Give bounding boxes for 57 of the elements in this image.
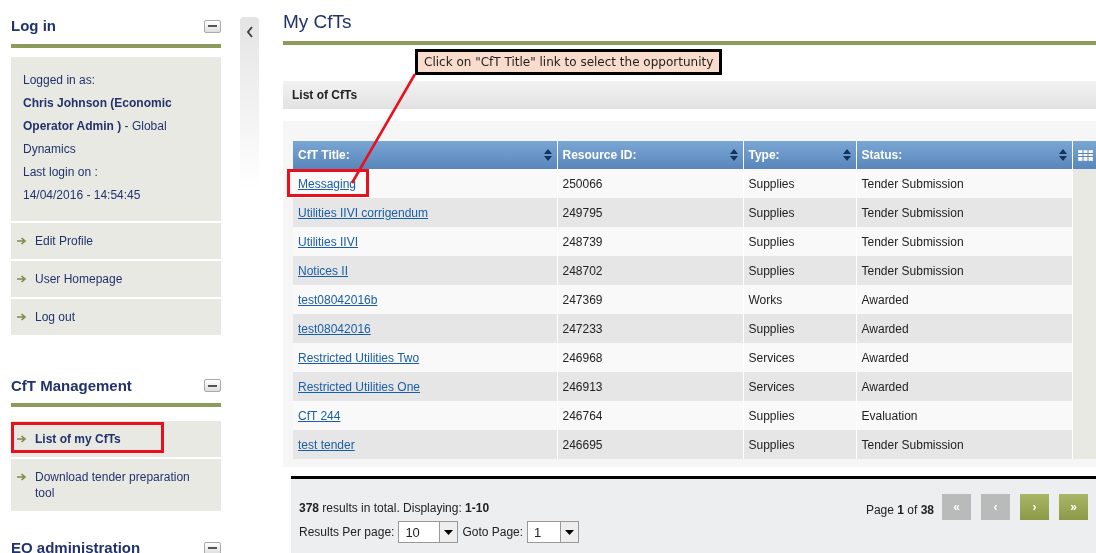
cft-title-link[interactable]: test08042016b [298, 292, 378, 307]
sidebar-link[interactable]: List of my CfTs [35, 431, 121, 447]
panel-header: List of CfTs [283, 81, 1096, 110]
chevron-left-icon [245, 26, 254, 38]
minus-icon [208, 384, 217, 387]
column-header[interactable]: CfT Title: [293, 141, 557, 170]
page-info: Page 1 of 38 [865, 502, 934, 520]
column-chooser-button[interactable] [1072, 141, 1096, 170]
cft-title-link[interactable]: test tender [298, 437, 355, 452]
sort-icon [1058, 149, 1067, 162]
cft-title-link[interactable]: Utilities IIVI corrigendum [298, 205, 429, 220]
section-title: Log in [11, 16, 56, 36]
cft-title-link[interactable]: CfT 244 [298, 408, 341, 423]
results-summary: 378 results in total. Displaying: 1-10 [299, 500, 491, 518]
callout-text: Click on "CfT Title" link to select the opportunity [415, 49, 723, 75]
sort-icon [842, 149, 851, 162]
section-title: CfT Management [11, 375, 132, 396]
arrow-right-icon [17, 274, 27, 283]
sidebar-link[interactable]: Edit Profile [35, 232, 94, 249]
collapse-button[interactable] [204, 379, 221, 393]
login-info-text: Chris Johnson (Economic Operator Admin ) - Global Dynamics [23, 94, 173, 158]
field-label: Results Per page: [299, 524, 395, 542]
caret-icon [565, 529, 575, 535]
minus-icon [208, 25, 217, 28]
login-info-text: Last login on : [23, 163, 99, 181]
arrow-right-icon [17, 312, 27, 321]
dropdown[interactable]: 1 [527, 521, 580, 544]
sidebar-link[interactable]: Log out [35, 308, 76, 325]
sort-icon [729, 149, 738, 162]
field-label: Goto Page: [462, 524, 524, 542]
collapse-button[interactable] [204, 541, 221, 553]
minus-icon [208, 547, 217, 550]
arrow-right-icon [17, 236, 27, 245]
login-info-text: 14/04/2016 - 14:54:45 [23, 186, 142, 204]
table-cell: Supplies [743, 430, 856, 460]
cft-title-link[interactable]: test08042016 [298, 321, 371, 336]
collapse-button[interactable] [204, 19, 221, 33]
table-cell: Tender Submission [856, 430, 1072, 460]
column-header[interactable]: Resource ID: [557, 141, 743, 170]
column-header[interactable]: Status: [856, 141, 1072, 170]
arrow-right-icon [17, 473, 27, 481]
page-title: My CfTs [283, 11, 353, 33]
sort-icon [543, 149, 552, 162]
login-info-text: Logged in as: [23, 71, 97, 89]
cft-title-link[interactable]: Restricted Utilities One [298, 379, 421, 394]
cft-title-link[interactable]: Utilities IIVI [298, 234, 358, 249]
arrow-right-icon [17, 435, 27, 443]
table-icon [1077, 149, 1093, 161]
section-title: EO administration [11, 538, 141, 553]
sidebar-link[interactable]: User Homepage [35, 270, 123, 287]
cft-title-link[interactable]: Messaging [298, 176, 357, 191]
cft-title-link[interactable]: Restricted Utilities Two [298, 350, 420, 365]
column-header[interactable]: Type: [743, 141, 856, 170]
table-cell: 246695 [557, 430, 743, 460]
caret-icon [444, 529, 454, 535]
dropdown[interactable]: 10 [398, 521, 459, 544]
cft-title-link[interactable]: Notices II [298, 263, 348, 278]
